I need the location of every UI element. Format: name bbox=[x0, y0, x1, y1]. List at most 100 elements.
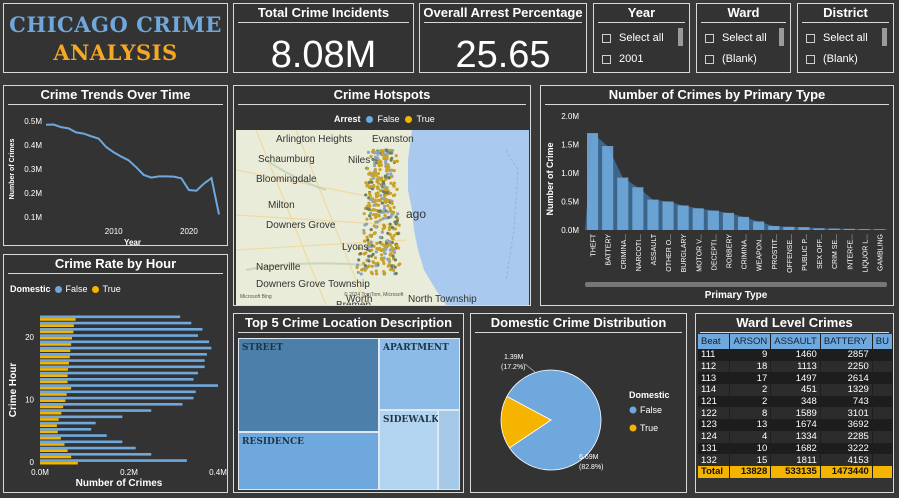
table-row[interactable]: 114 2 451 1329 bbox=[698, 384, 893, 396]
bar-true[interactable] bbox=[40, 349, 71, 352]
bar[interactable] bbox=[783, 226, 795, 230]
bar-true[interactable] bbox=[40, 361, 69, 365]
bar-false[interactable] bbox=[40, 384, 218, 387]
bar-true[interactable] bbox=[40, 430, 58, 434]
bar[interactable] bbox=[587, 133, 599, 230]
bar-true[interactable] bbox=[40, 336, 73, 340]
bar-true[interactable] bbox=[40, 355, 70, 359]
col-header-beat[interactable]: Beat bbox=[698, 334, 731, 349]
year-option-2001[interactable]: 2001 bbox=[602, 53, 643, 65]
bar-false[interactable] bbox=[40, 459, 187, 462]
table-row[interactable]: 111 9 1460 2857 bbox=[698, 349, 893, 361]
scrollbar[interactable] bbox=[882, 28, 887, 46]
scrollbar[interactable] bbox=[779, 28, 784, 46]
bar-false[interactable] bbox=[40, 434, 107, 437]
bar-false[interactable] bbox=[40, 378, 194, 381]
bar[interactable] bbox=[602, 146, 614, 230]
scrollbar[interactable] bbox=[678, 28, 683, 46]
bar-false[interactable] bbox=[40, 421, 96, 425]
bar-true[interactable] bbox=[40, 449, 68, 452]
bar-true[interactable] bbox=[40, 405, 64, 409]
ward-option-select-all[interactable]: Select all bbox=[705, 32, 767, 44]
bar-false[interactable] bbox=[40, 409, 152, 412]
bar-true[interactable] bbox=[40, 443, 65, 446]
bar[interactable] bbox=[798, 227, 810, 230]
bar[interactable] bbox=[858, 229, 870, 230]
bar[interactable] bbox=[692, 208, 704, 230]
bar[interactable] bbox=[677, 205, 689, 230]
bar-true[interactable] bbox=[40, 393, 67, 396]
treemap-other[interactable] bbox=[438, 410, 460, 490]
table-row[interactable]: 124 4 1334 2285 bbox=[698, 430, 893, 443]
treemap-street[interactable]: STREET bbox=[238, 338, 379, 432]
bar-false[interactable] bbox=[40, 328, 203, 331]
bar[interactable] bbox=[753, 221, 765, 230]
bar[interactable] bbox=[617, 177, 629, 230]
bar-false[interactable] bbox=[40, 359, 205, 362]
bar-false[interactable] bbox=[40, 403, 183, 406]
bar[interactable] bbox=[768, 226, 780, 230]
treemap-residence[interactable]: RESIDENCE bbox=[238, 432, 379, 490]
checkbox[interactable] bbox=[602, 33, 611, 43]
bar-false[interactable] bbox=[40, 365, 205, 369]
table-row[interactable]: 123 13 1674 3692 bbox=[698, 419, 893, 431]
bar-true[interactable] bbox=[40, 374, 68, 377]
horizontal-scrollbar[interactable] bbox=[585, 282, 887, 287]
bar-false[interactable] bbox=[40, 334, 198, 337]
bar-false[interactable] bbox=[40, 390, 196, 394]
bar[interactable] bbox=[647, 199, 659, 230]
bar[interactable] bbox=[843, 228, 855, 230]
bar-true[interactable] bbox=[40, 343, 72, 346]
bar-true[interactable] bbox=[40, 418, 59, 421]
bar-false[interactable] bbox=[40, 446, 136, 450]
treemap-apartment[interactable]: APARTMENT bbox=[379, 338, 460, 410]
bar-true[interactable] bbox=[40, 399, 66, 402]
bar[interactable] bbox=[662, 201, 674, 231]
checkbox[interactable] bbox=[602, 54, 611, 64]
bar-true[interactable] bbox=[40, 411, 62, 415]
bar[interactable] bbox=[632, 187, 644, 230]
trend-line[interactable] bbox=[45, 123, 220, 215]
col-header-assault[interactable]: ASSAULT bbox=[770, 334, 821, 349]
table-row[interactable]: 131 10 1682 3222 bbox=[698, 442, 893, 455]
bar-true[interactable] bbox=[40, 436, 61, 440]
table-row[interactable]: 113 17 1497 2614 bbox=[698, 372, 893, 385]
bar[interactable] bbox=[738, 216, 750, 230]
map-view[interactable]: Arlington Heights Evanston Schaumburg Niles… bbox=[236, 130, 529, 305]
bar-false[interactable] bbox=[40, 340, 210, 344]
bar-true[interactable] bbox=[40, 318, 76, 321]
bar-false[interactable] bbox=[40, 371, 198, 375]
bar-false[interactable] bbox=[40, 321, 192, 325]
checkbox[interactable] bbox=[806, 33, 815, 43]
table-row[interactable]: 112 18 1113 2250 bbox=[698, 360, 893, 373]
bar-false[interactable] bbox=[40, 453, 152, 456]
bar-true[interactable] bbox=[40, 424, 57, 427]
bar-true[interactable] bbox=[40, 455, 72, 459]
ward-option-blank[interactable]: (Blank) bbox=[705, 53, 757, 65]
checkbox[interactable] bbox=[705, 54, 714, 64]
checkbox[interactable] bbox=[705, 33, 714, 43]
bar[interactable] bbox=[828, 228, 840, 230]
bar[interactable] bbox=[707, 210, 719, 230]
bar-true[interactable] bbox=[40, 461, 78, 465]
table-row[interactable]: 122 8 1589 3101 bbox=[698, 407, 893, 420]
bar-false[interactable] bbox=[40, 353, 207, 356]
bar[interactable] bbox=[813, 228, 825, 230]
col-header-arson[interactable]: ARSON bbox=[729, 334, 772, 349]
bar-false[interactable] bbox=[40, 396, 194, 400]
district-option-select-all[interactable]: Select all bbox=[806, 32, 868, 44]
bar-false[interactable] bbox=[40, 415, 123, 419]
bar-false[interactable] bbox=[40, 346, 212, 350]
bar-true[interactable] bbox=[40, 368, 69, 371]
bar-true[interactable] bbox=[40, 386, 72, 390]
map-canvas[interactable]: Arlington Heights Evanston Schaumburg Niles… bbox=[236, 130, 529, 305]
bar-true[interactable] bbox=[40, 330, 74, 334]
treemap-sidewalk[interactable]: SIDEWALK bbox=[379, 410, 439, 490]
checkbox[interactable] bbox=[806, 54, 815, 64]
table-row[interactable]: 132 15 1811 4153 bbox=[698, 454, 893, 466]
bar-true[interactable] bbox=[40, 380, 68, 384]
col-header-battery[interactable]: BATTERY bbox=[820, 334, 873, 349]
district-option-blank[interactable]: (Blank) bbox=[806, 53, 858, 65]
bar-false[interactable] bbox=[40, 428, 92, 431]
bar-false[interactable] bbox=[40, 315, 181, 319]
